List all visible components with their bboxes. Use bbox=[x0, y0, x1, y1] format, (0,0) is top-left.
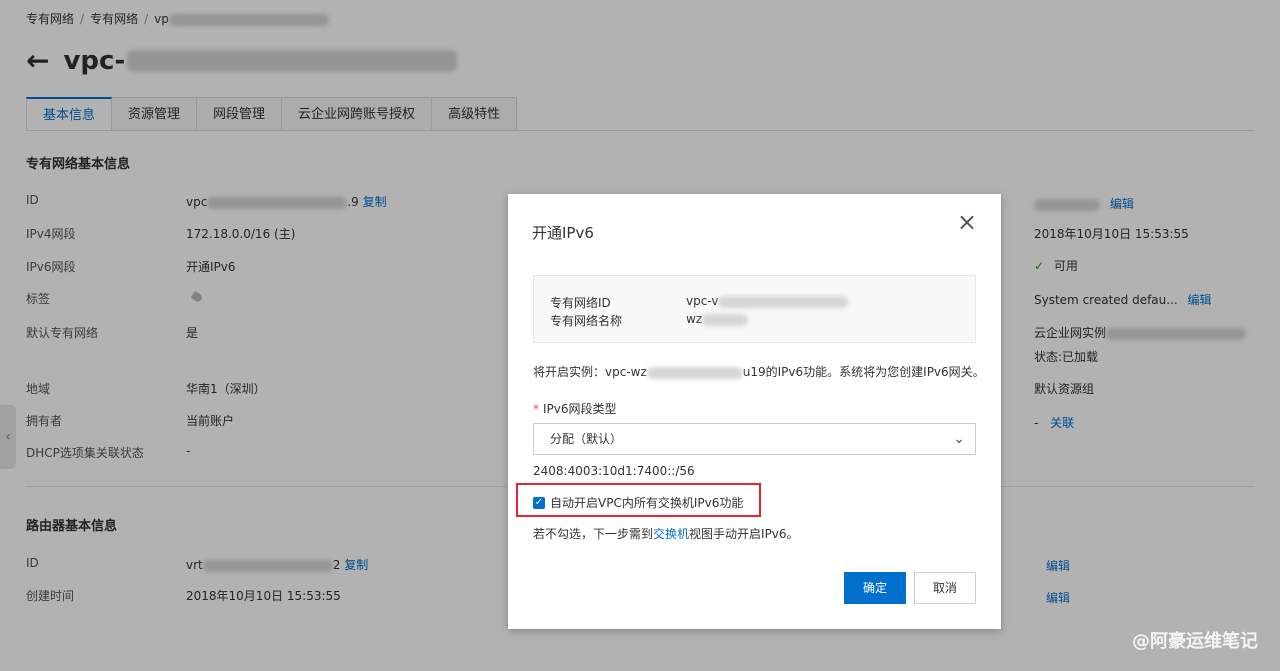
chevron-down-icon: ⌄ bbox=[953, 431, 965, 447]
ipv6-cidr: 2408:4003:10d1:7400::/56 bbox=[533, 464, 695, 478]
info-vpc-name: 专有网络名称 wz bbox=[550, 312, 749, 329]
vswitch-link[interactable]: 交换机 bbox=[653, 527, 689, 541]
vpc-info-box: 专有网络ID vpc-v 专有网络名称 wz bbox=[533, 275, 976, 343]
ipv6-type-label: * IPv6网段类型 bbox=[533, 402, 617, 416]
close-icon[interactable]: × bbox=[957, 210, 977, 234]
watermark: @阿豪运维笔记 bbox=[1132, 631, 1258, 652]
enable-ipv6-dialog: 开通IPv6 × 专有网络ID vpc-v 专有网络名称 wz 将开启实例：vp… bbox=[508, 194, 1001, 629]
enable-notice: 将开启实例：vpc-wz u19的IPv6功能。系统将为您创建IPv6网关。 bbox=[533, 365, 985, 379]
auto-enable-vswitch-checkbox-row[interactable]: ✓ 自动开启VPC内所有交换机IPv6功能 bbox=[533, 494, 743, 511]
auto-enable-checkbox[interactable]: ✓ bbox=[533, 496, 545, 509]
confirm-button[interactable]: 确定 bbox=[844, 572, 906, 604]
auto-enable-label[interactable]: 自动开启VPC内所有交换机IPv6功能 bbox=[550, 494, 743, 511]
cancel-button[interactable]: 取消 bbox=[914, 572, 976, 604]
dialog-title: 开通IPv6 bbox=[532, 224, 594, 242]
ipv6-type-select[interactable]: 分配（默认） ⌄ bbox=[533, 423, 976, 455]
vswitch-hint: 若不勾选，下一步需到交换机视图手动开启IPv6。 bbox=[533, 527, 799, 541]
info-vpc-id: 专有网络ID vpc-v bbox=[550, 294, 849, 311]
